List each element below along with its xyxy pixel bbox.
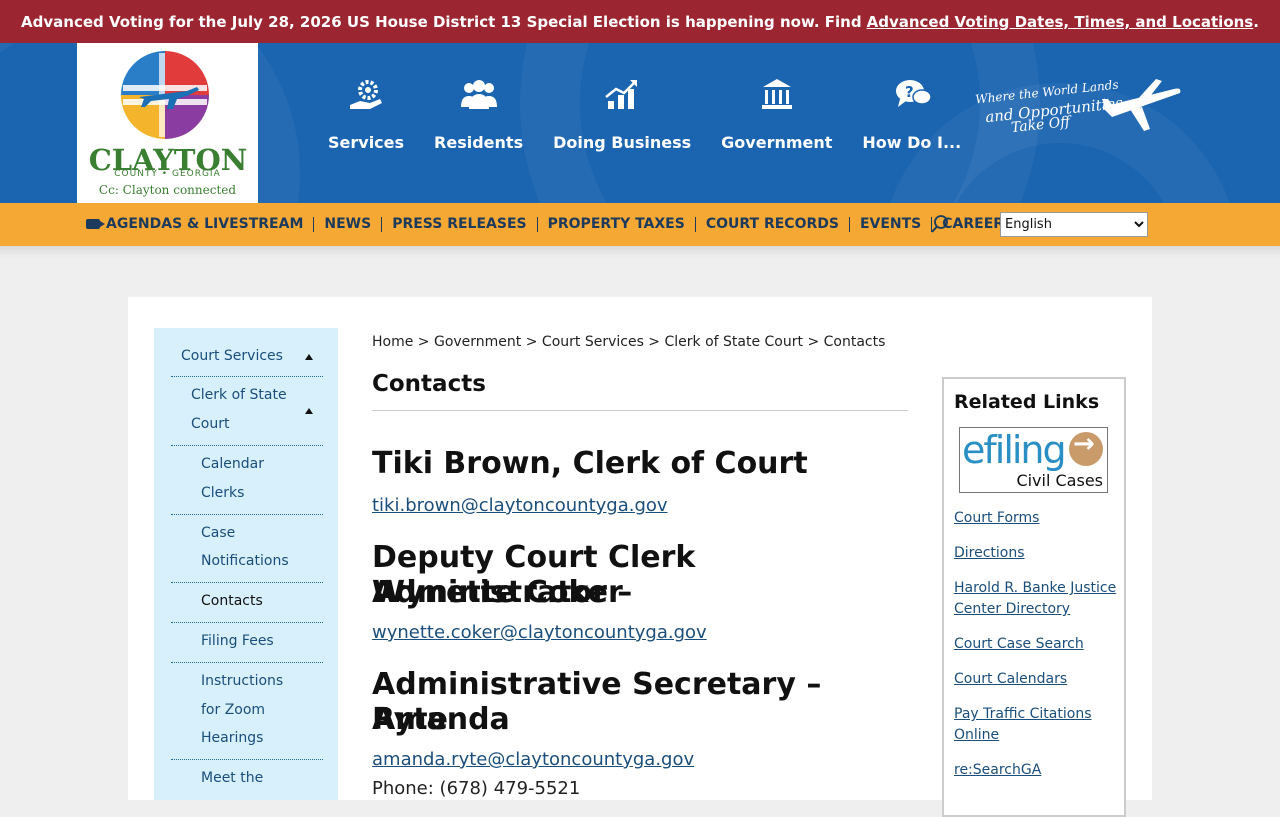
title-divider bbox=[372, 410, 908, 411]
people-icon bbox=[460, 80, 497, 109]
subnav-property-taxes[interactable]: PROPERTY TAXES bbox=[538, 217, 696, 232]
side-menu-filing-fees[interactable]: Filing Fees bbox=[201, 627, 274, 656]
menu-divider bbox=[171, 514, 323, 515]
related-link-pay-traffic-citations[interactable]: Pay Traffic Citations Online bbox=[954, 704, 1124, 746]
side-menu-zoom-line-3[interactable]: Hearings bbox=[201, 724, 263, 753]
header-tagline: Where the World Lands and Opportunities … bbox=[975, 77, 1185, 137]
related-link-research-ga[interactable]: re:SearchGA bbox=[954, 760, 1124, 781]
language-select[interactable]: English bbox=[1000, 212, 1148, 237]
subnav-events[interactable]: EVENTS bbox=[850, 217, 933, 232]
menu-divider bbox=[171, 582, 323, 583]
contact-name-tiki-brown: Tiki Brown, Clerk of Court bbox=[372, 446, 808, 481]
side-menu-contacts[interactable]: Contacts bbox=[201, 587, 263, 616]
side-menu-meet[interactable]: Meet the bbox=[201, 764, 263, 793]
side-menu-case-line-1[interactable]: Case bbox=[201, 519, 235, 548]
nav-how-do-i[interactable]: ? How Do I... bbox=[862, 77, 961, 152]
nav-doing-business-label: Doing Business bbox=[553, 133, 692, 152]
nav-residents[interactable]: Residents bbox=[434, 77, 523, 152]
menu-divider bbox=[171, 759, 323, 760]
advanced-voting-link[interactable]: Advanced Voting Dates, Times, and Locati… bbox=[867, 13, 1254, 31]
side-menu-calendar-line-1[interactable]: Calendar bbox=[201, 450, 264, 479]
contact-phone-amanda-ryte: Phone: (678) 479-5521 bbox=[372, 778, 581, 799]
nav-services-label: Services bbox=[328, 133, 405, 152]
related-link-justice-center-directory[interactable]: Harold R. Banke Justice Center Directory bbox=[954, 578, 1124, 620]
header-shadow bbox=[0, 246, 1280, 258]
growth-chart-icon bbox=[605, 80, 638, 109]
nav-how-do-i-label: How Do I... bbox=[862, 133, 962, 152]
svg-text:?: ? bbox=[905, 83, 914, 101]
globe-logo-icon bbox=[121, 51, 209, 139]
collapse-arrow-icon[interactable] bbox=[305, 408, 313, 414]
contact-name-amanda-ryte-line-2: Ryte bbox=[372, 702, 448, 737]
gear-hand-icon bbox=[350, 80, 383, 109]
main-nav: Services Residents Doing Business Govern… bbox=[328, 77, 991, 152]
side-menu-clerk-line-1[interactable]: Clerk of State bbox=[191, 381, 287, 410]
related-link-court-case-search[interactable]: Court Case Search bbox=[954, 634, 1124, 655]
side-menu-zoom-line-2[interactable]: for Zoom bbox=[201, 696, 265, 725]
menu-divider bbox=[171, 662, 323, 663]
side-menu-zoom-line-1[interactable]: Instructions bbox=[201, 667, 283, 696]
alert-bar: Advanced Voting for the July 28, 2026 US… bbox=[0, 0, 1280, 43]
alert-suffix: . bbox=[1253, 12, 1259, 31]
side-menu-clerk-line-2[interactable]: Court bbox=[191, 410, 229, 439]
subnav-news[interactable]: NEWS bbox=[314, 217, 383, 232]
nav-government-label: Government bbox=[721, 133, 833, 152]
related-link-court-calendars[interactable]: Court Calendars bbox=[954, 669, 1124, 690]
related-link-directions[interactable]: Directions bbox=[954, 543, 1124, 564]
page-title: Contacts bbox=[372, 371, 486, 397]
subnav-press-releases[interactable]: PRESS RELEASES bbox=[382, 217, 538, 232]
nav-government[interactable]: Government bbox=[721, 77, 832, 152]
menu-divider bbox=[171, 622, 323, 623]
efiling-word: efiling bbox=[962, 428, 1067, 472]
related-links-panel: Related Links efiling Civil Cases Court … bbox=[942, 377, 1126, 817]
capitol-building-icon bbox=[761, 79, 792, 109]
question-bubbles-icon: ? bbox=[895, 80, 932, 107]
subnav-agendas-label: AGENDAS & LIVESTREAM bbox=[106, 216, 304, 232]
efiling-banner[interactable]: efiling Civil Cases bbox=[959, 427, 1108, 493]
contact-name-wynette-coker-line-2: Wynette Coker bbox=[372, 575, 623, 610]
side-menu-case-line-2[interactable]: Notifications bbox=[201, 547, 289, 576]
contact-email-amanda-ryte[interactable]: amanda.ryte@claytoncountyga.gov bbox=[372, 749, 694, 770]
logo-tagline: Cc: Clayton connected bbox=[98, 183, 237, 197]
efiling-subtitle: Civil Cases bbox=[1016, 471, 1103, 490]
contact-email-tiki-brown[interactable]: tiki.brown@claytoncountyga.gov bbox=[372, 495, 668, 516]
site-header: CLAYTON COUNTY • GEORGIA Cc: Clayton con… bbox=[0, 43, 1280, 203]
airplane-icon bbox=[1102, 79, 1181, 131]
logo-subtitle: COUNTY • GEORGIA bbox=[114, 169, 221, 179]
nav-doing-business[interactable]: Doing Business bbox=[553, 77, 691, 152]
related-link-court-forms[interactable]: Court Forms bbox=[954, 508, 1124, 529]
nav-residents-label: Residents bbox=[434, 133, 524, 152]
alert-text: Advanced Voting for the July 28, 2026 US… bbox=[21, 12, 862, 31]
search-icon[interactable] bbox=[930, 214, 950, 234]
video-camera-icon bbox=[86, 219, 105, 229]
subnav-court-records[interactable]: COURT RECORDS bbox=[696, 217, 850, 232]
related-links-title: Related Links bbox=[954, 391, 1100, 413]
arrow-right-icon bbox=[1069, 429, 1103, 466]
contact-email-wynette-coker[interactable]: wynette.coker@claytoncountyga.gov bbox=[372, 622, 707, 643]
clayton-logo[interactable]: CLAYTON COUNTY • GEORGIA Cc: Clayton con… bbox=[77, 43, 258, 203]
breadcrumb[interactable]: Home > Government > Court Services > Cle… bbox=[372, 334, 885, 350]
collapse-arrow-icon[interactable] bbox=[305, 354, 313, 360]
subnav-agendas-livestream[interactable]: AGENDAS & LIVESTREAM bbox=[86, 216, 315, 232]
nav-services[interactable]: Services bbox=[328, 77, 404, 152]
menu-divider bbox=[171, 445, 323, 446]
side-menu: Court Services Clerk of State Court Cale… bbox=[154, 328, 338, 800]
side-menu-calendar-line-2[interactable]: Clerks bbox=[201, 479, 244, 508]
side-menu-court-services[interactable]: Court Services bbox=[181, 342, 283, 371]
menu-divider bbox=[171, 376, 323, 377]
